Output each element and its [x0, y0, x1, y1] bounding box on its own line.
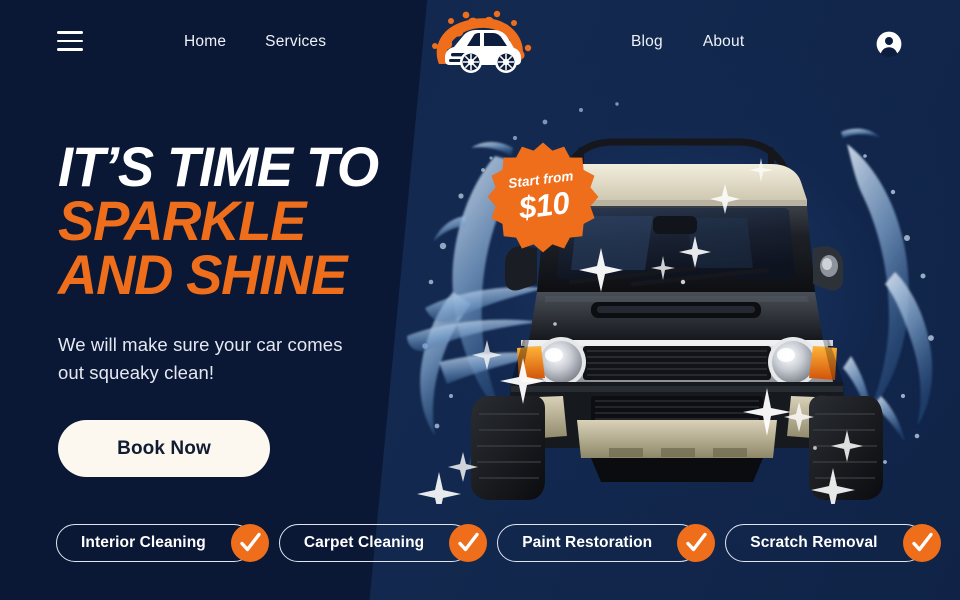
service-pill-label: Interior Cleaning — [81, 534, 206, 551]
hero-page: Start from $10 Home Services Blog About … — [0, 0, 960, 600]
service-pill-scratch-removal[interactable]: Scratch Removal — [725, 524, 941, 562]
check-circle-icon — [677, 524, 716, 562]
check-circle-icon — [449, 524, 488, 562]
service-pill-label: Scratch Removal — [750, 534, 878, 551]
service-pill-carpet-cleaning[interactable]: Carpet Cleaning — [278, 524, 488, 562]
service-pill-interior-cleaning[interactable]: Interior Cleaning — [56, 524, 269, 562]
headline-line-3: AND SHINE — [58, 243, 347, 307]
nav-link-about[interactable]: About — [703, 33, 745, 51]
hero-subcopy: We will make sure your car comes out squ… — [58, 334, 343, 384]
service-pill-list: Interior Cleaning Carpet Cleaning Paint … — [56, 522, 941, 564]
hero-copy: IT’S TIME TO SPARKLE AND SHINE We will m… — [58, 135, 458, 478]
car-with-foam-logo-icon — [432, 10, 532, 73]
nav-link-home[interactable]: Home — [184, 33, 226, 51]
brand-logo[interactable] — [425, 10, 537, 76]
check-circle-icon — [902, 524, 941, 562]
service-pill-label: Paint Restoration — [522, 534, 653, 551]
hamburger-bar — [57, 48, 83, 51]
primary-nav-right: Blog About — [631, 33, 744, 51]
service-pill-label: Carpet Cleaning — [303, 534, 425, 551]
hamburger-bar — [57, 31, 83, 34]
service-pill-paint-restoration[interactable]: Paint Restoration — [497, 524, 716, 562]
page-title: IT’S TIME TO SPARKLE AND SHINE — [58, 135, 446, 307]
headline-line-1: IT’S TIME TO — [58, 135, 379, 198]
user-account-icon[interactable] — [876, 31, 902, 57]
hamburger-bar — [57, 39, 83, 43]
headline-line-2: SPARKLE — [58, 189, 307, 253]
hamburger-menu-icon[interactable] — [57, 31, 83, 51]
price-badge[interactable]: Start from $10 — [487, 141, 599, 253]
book-now-button[interactable]: Book Now — [58, 420, 270, 478]
nav-link-blog[interactable]: Blog — [631, 33, 663, 51]
primary-nav-left: Home Services — [184, 33, 326, 51]
nav-link-services[interactable]: Services — [265, 33, 326, 51]
price-badge-amount: $10 — [516, 184, 572, 226]
check-circle-icon — [230, 524, 269, 562]
site-header: Home Services Blog About — [0, 0, 960, 88]
